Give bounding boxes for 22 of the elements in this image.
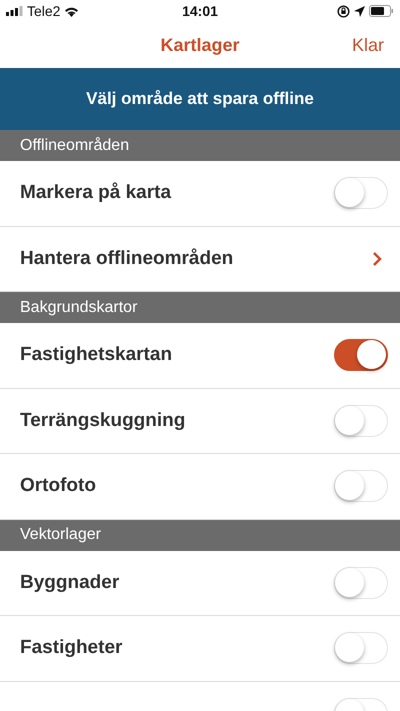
section-header: Vektorlager	[0, 520, 400, 550]
chevron-right-icon	[372, 250, 382, 267]
offline-area-banner[interactable]: Välj område att spara offline	[0, 68, 400, 130]
row-label: Fastigheter	[20, 637, 122, 660]
location-arrow-icon	[354, 6, 365, 16]
signal-icon	[6, 6, 23, 16]
status-time: 14:01	[182, 3, 218, 19]
row-label: Markera på karta	[20, 182, 172, 204]
carrier-name: Tele2	[27, 3, 60, 19]
row-label: Byggnader	[20, 572, 120, 594]
row-label: Hantera offlineområden	[20, 248, 234, 270]
section-header: Bakgrundskartor	[0, 292, 400, 323]
done-button[interactable]: Klar	[352, 34, 384, 56]
nav-title: Kartlager	[160, 34, 240, 56]
toggle-switch[interactable]	[334, 339, 388, 372]
row-label: Fastighetskartan	[20, 344, 172, 366]
wifi-icon	[64, 6, 80, 16]
section-header: Offlineområden	[0, 130, 400, 161]
row-label: Ortofoto	[20, 475, 96, 498]
row-label: Terrängskuggning	[20, 410, 186, 432]
battery-icon	[369, 5, 394, 17]
rotation-lock-icon	[337, 4, 350, 18]
